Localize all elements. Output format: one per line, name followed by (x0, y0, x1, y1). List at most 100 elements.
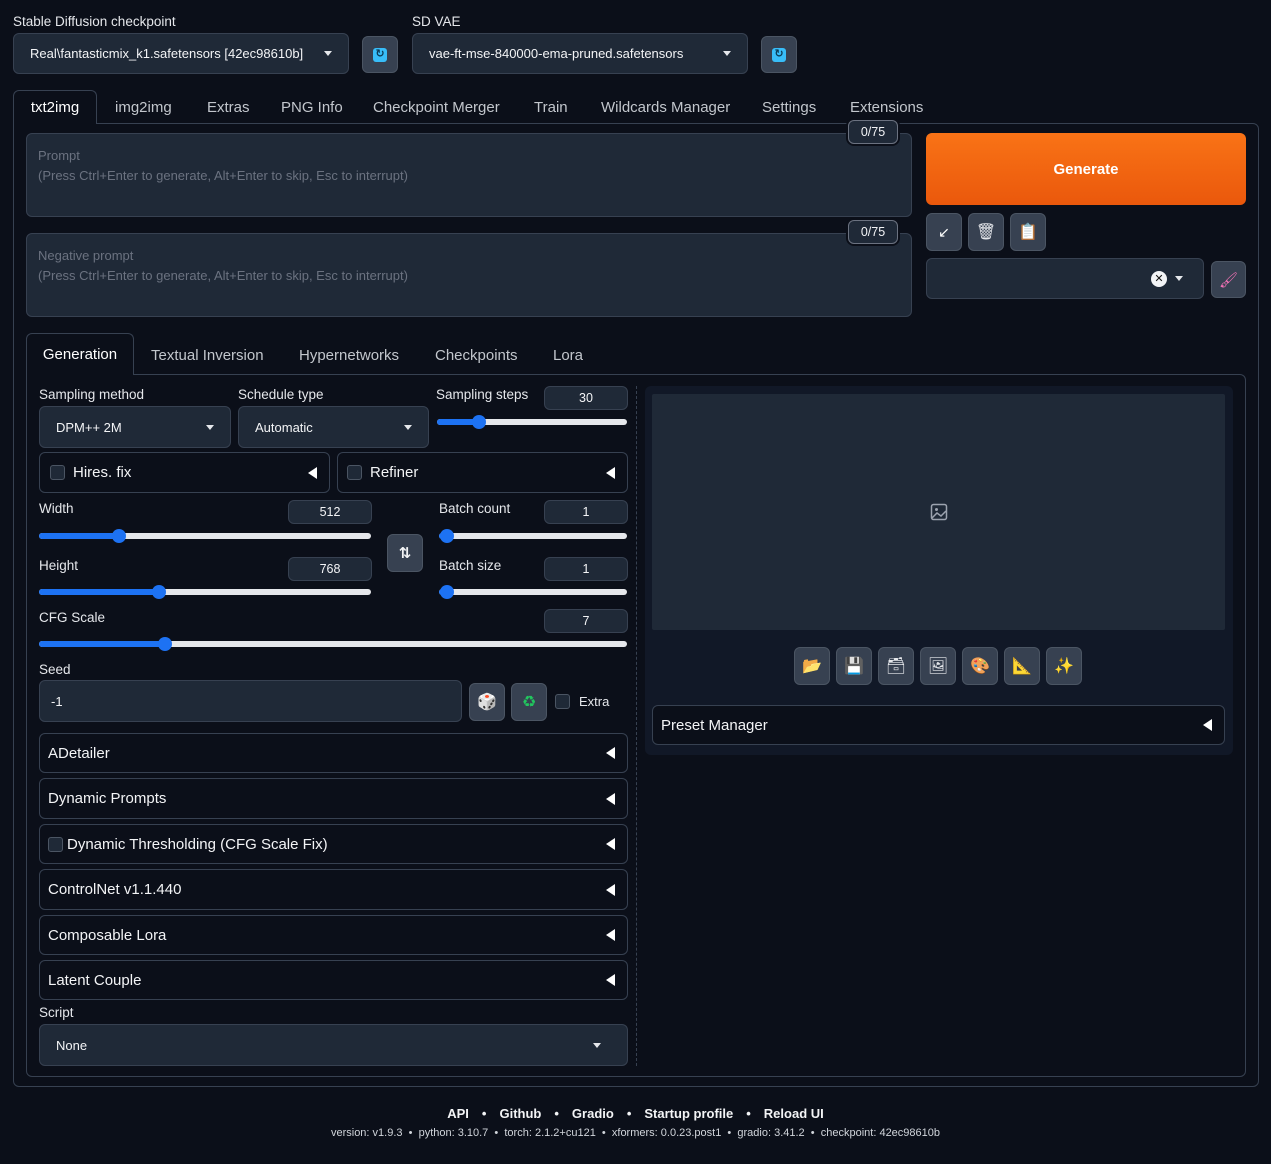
vae-value: vae-ft-mse-840000-ema-pruned.safetensors (429, 46, 684, 61)
sampling-method-dropdown[interactable]: DPM++ 2M (39, 406, 231, 448)
batch-count-input[interactable]: 1 (544, 500, 628, 524)
send-to-inpaint-button[interactable]: 🎨 (962, 647, 998, 685)
slider-thumb[interactable] (439, 585, 454, 599)
collapse-arrow-icon (1203, 719, 1212, 731)
send-to-extras-button[interactable]: 📐 (1004, 647, 1040, 685)
hires-fix-checkbox[interactable] (50, 465, 65, 480)
footer-link-reload-ui[interactable]: Reload UI (764, 1106, 824, 1121)
checkpoint-value: Real\fantasticmix_k1.safetensors [42ec98… (30, 46, 304, 61)
generate-button[interactable]: Generate (926, 133, 1246, 205)
tab-wildcards-manager[interactable]: Wildcards Manager (601, 99, 730, 116)
palette-icon: 🎨 (970, 658, 990, 675)
subtab-checkpoints[interactable]: Checkpoints (435, 347, 518, 364)
cfg-scale-slider[interactable] (39, 637, 627, 651)
dynamic-thresholding-checkbox[interactable] (48, 836, 63, 852)
edit-styles-button[interactable]: 🖌 (1211, 261, 1246, 298)
preset-manager-accordion[interactable]: Preset Manager (652, 705, 1225, 745)
tab-png-info[interactable]: PNG Info (281, 99, 343, 116)
seed-input[interactable]: -1 (39, 680, 462, 722)
checkpoint-dropdown[interactable]: Real\fantasticmix_k1.safetensors [42ec98… (13, 33, 349, 74)
tab-extensions[interactable]: Extensions (850, 99, 923, 116)
read-params-button[interactable]: ↙ (926, 213, 962, 251)
schedule-type-dropdown[interactable]: Automatic (238, 406, 429, 448)
send-to-img2img-button[interactable]: 🖼 (920, 647, 956, 685)
script-dropdown[interactable]: None (39, 1024, 628, 1066)
upscale-button[interactable]: ✨ (1046, 647, 1082, 685)
apply-style-button[interactable]: 📋 (1010, 213, 1046, 251)
adetailer-accordion[interactable]: ADetailer (39, 733, 628, 773)
image-gallery[interactable] (652, 394, 1225, 630)
composable-lora-accordion[interactable]: Composable Lora (39, 915, 628, 955)
cfg-scale-input[interactable]: 7 (544, 609, 628, 633)
slider-fill (39, 589, 159, 595)
archive-icon: 🗃 (885, 658, 907, 675)
height-slider[interactable] (39, 585, 371, 599)
width-slider[interactable] (39, 529, 371, 543)
refresh-checkpoint-button[interactable]: ↻ (362, 36, 398, 73)
accordion-label: ControlNet v1.1.440 (48, 881, 182, 898)
chevron-down-icon (404, 424, 412, 430)
hires-fix-accordion[interactable]: Hires. fix (39, 452, 330, 493)
refresh-icon: ↻ (772, 47, 786, 62)
subtab-hypernetworks[interactable]: Hypernetworks (299, 347, 399, 364)
sampling-steps-slider[interactable] (437, 415, 627, 429)
random-seed-button[interactable]: 🎲 (469, 683, 505, 721)
tab-train[interactable]: Train (534, 99, 568, 116)
chevron-down-icon (1175, 276, 1183, 281)
height-input[interactable]: 768 (288, 557, 372, 581)
subtab-textual-inversion[interactable]: Textual Inversion (151, 347, 264, 364)
dynamic-prompts-accordion[interactable]: Dynamic Prompts (39, 778, 628, 819)
seed-label: Seed (39, 662, 71, 677)
batch-size-input[interactable]: 1 (544, 557, 628, 581)
schedule-type-label: Schedule type (238, 387, 324, 402)
slider-thumb[interactable] (439, 529, 454, 543)
save-button[interactable]: 💾 (836, 647, 872, 685)
tab-txt2img[interactable]: txt2img (13, 90, 97, 124)
accordion-label: ADetailer (48, 744, 110, 762)
extra-seed-toggle[interactable]: Extra (555, 694, 609, 709)
zip-button[interactable]: 🗃 (878, 647, 914, 685)
sampling-steps-input[interactable]: 30 (544, 386, 628, 410)
footer-link-gradio[interactable]: Gradio (572, 1106, 614, 1121)
subtab-lora[interactable]: Lora (553, 347, 583, 364)
footer-link-startup-profile[interactable]: Startup profile (644, 1106, 733, 1121)
footer-link-github[interactable]: Github (499, 1106, 541, 1121)
vae-dropdown[interactable]: vae-ft-mse-840000-ema-pruned.safetensors (412, 33, 748, 74)
reuse-seed-button[interactable]: ♻ (511, 683, 547, 721)
script-label: Script (39, 1005, 74, 1020)
width-input[interactable]: 512 (288, 500, 372, 524)
subtab-generation[interactable]: Generation (26, 333, 134, 375)
tab-img2img[interactable]: img2img (115, 99, 172, 116)
latent-couple-accordion[interactable]: Latent Couple (39, 960, 628, 1000)
footer-link-api[interactable]: API (447, 1106, 469, 1121)
controlnet-accordion[interactable]: ControlNet v1.1.440 (39, 869, 628, 910)
dynamic-thresholding-accordion[interactable]: Dynamic Thresholding (CFG Scale Fix) (39, 824, 628, 864)
sampling-method-value: DPM++ 2M (56, 419, 122, 435)
prompt-token-counter: 0/75 (848, 120, 898, 144)
extra-checkbox[interactable] (555, 694, 570, 709)
slider-thumb[interactable] (111, 529, 126, 543)
refiner-checkbox[interactable] (347, 465, 362, 480)
batch-count-slider[interactable] (439, 529, 627, 543)
refresh-vae-button[interactable]: ↻ (761, 36, 797, 73)
swap-dimensions-button[interactable]: ⇅ (387, 534, 423, 572)
batch-size-slider[interactable] (439, 585, 627, 599)
clear-icon[interactable]: ✕ (1151, 270, 1167, 287)
slider-thumb[interactable] (151, 585, 166, 599)
separator: • (746, 1106, 751, 1121)
chevron-down-icon (593, 1042, 601, 1048)
clear-prompt-button[interactable]: 🗑 (968, 213, 1004, 251)
tab-settings[interactable]: Settings (762, 99, 816, 116)
separator: • (481, 1106, 487, 1121)
slider-thumb[interactable] (471, 415, 486, 429)
trash-icon: 🗑 (975, 224, 997, 241)
refiner-accordion[interactable]: Refiner (337, 452, 628, 493)
collapse-arrow-icon (606, 792, 615, 805)
tab-checkpoint-merger[interactable]: Checkpoint Merger (373, 99, 500, 116)
column-divider (636, 386, 637, 1066)
open-folder-button[interactable]: 📂 (794, 647, 830, 685)
styles-dropdown[interactable]: ✕ (926, 258, 1204, 299)
tab-extras[interactable]: Extras (207, 99, 250, 116)
prompt-textarea[interactable]: Prompt (Press Ctrl+Enter to generate, Al… (26, 133, 912, 217)
negative-prompt-textarea[interactable]: Negative prompt (Press Ctrl+Enter to gen… (26, 233, 912, 317)
